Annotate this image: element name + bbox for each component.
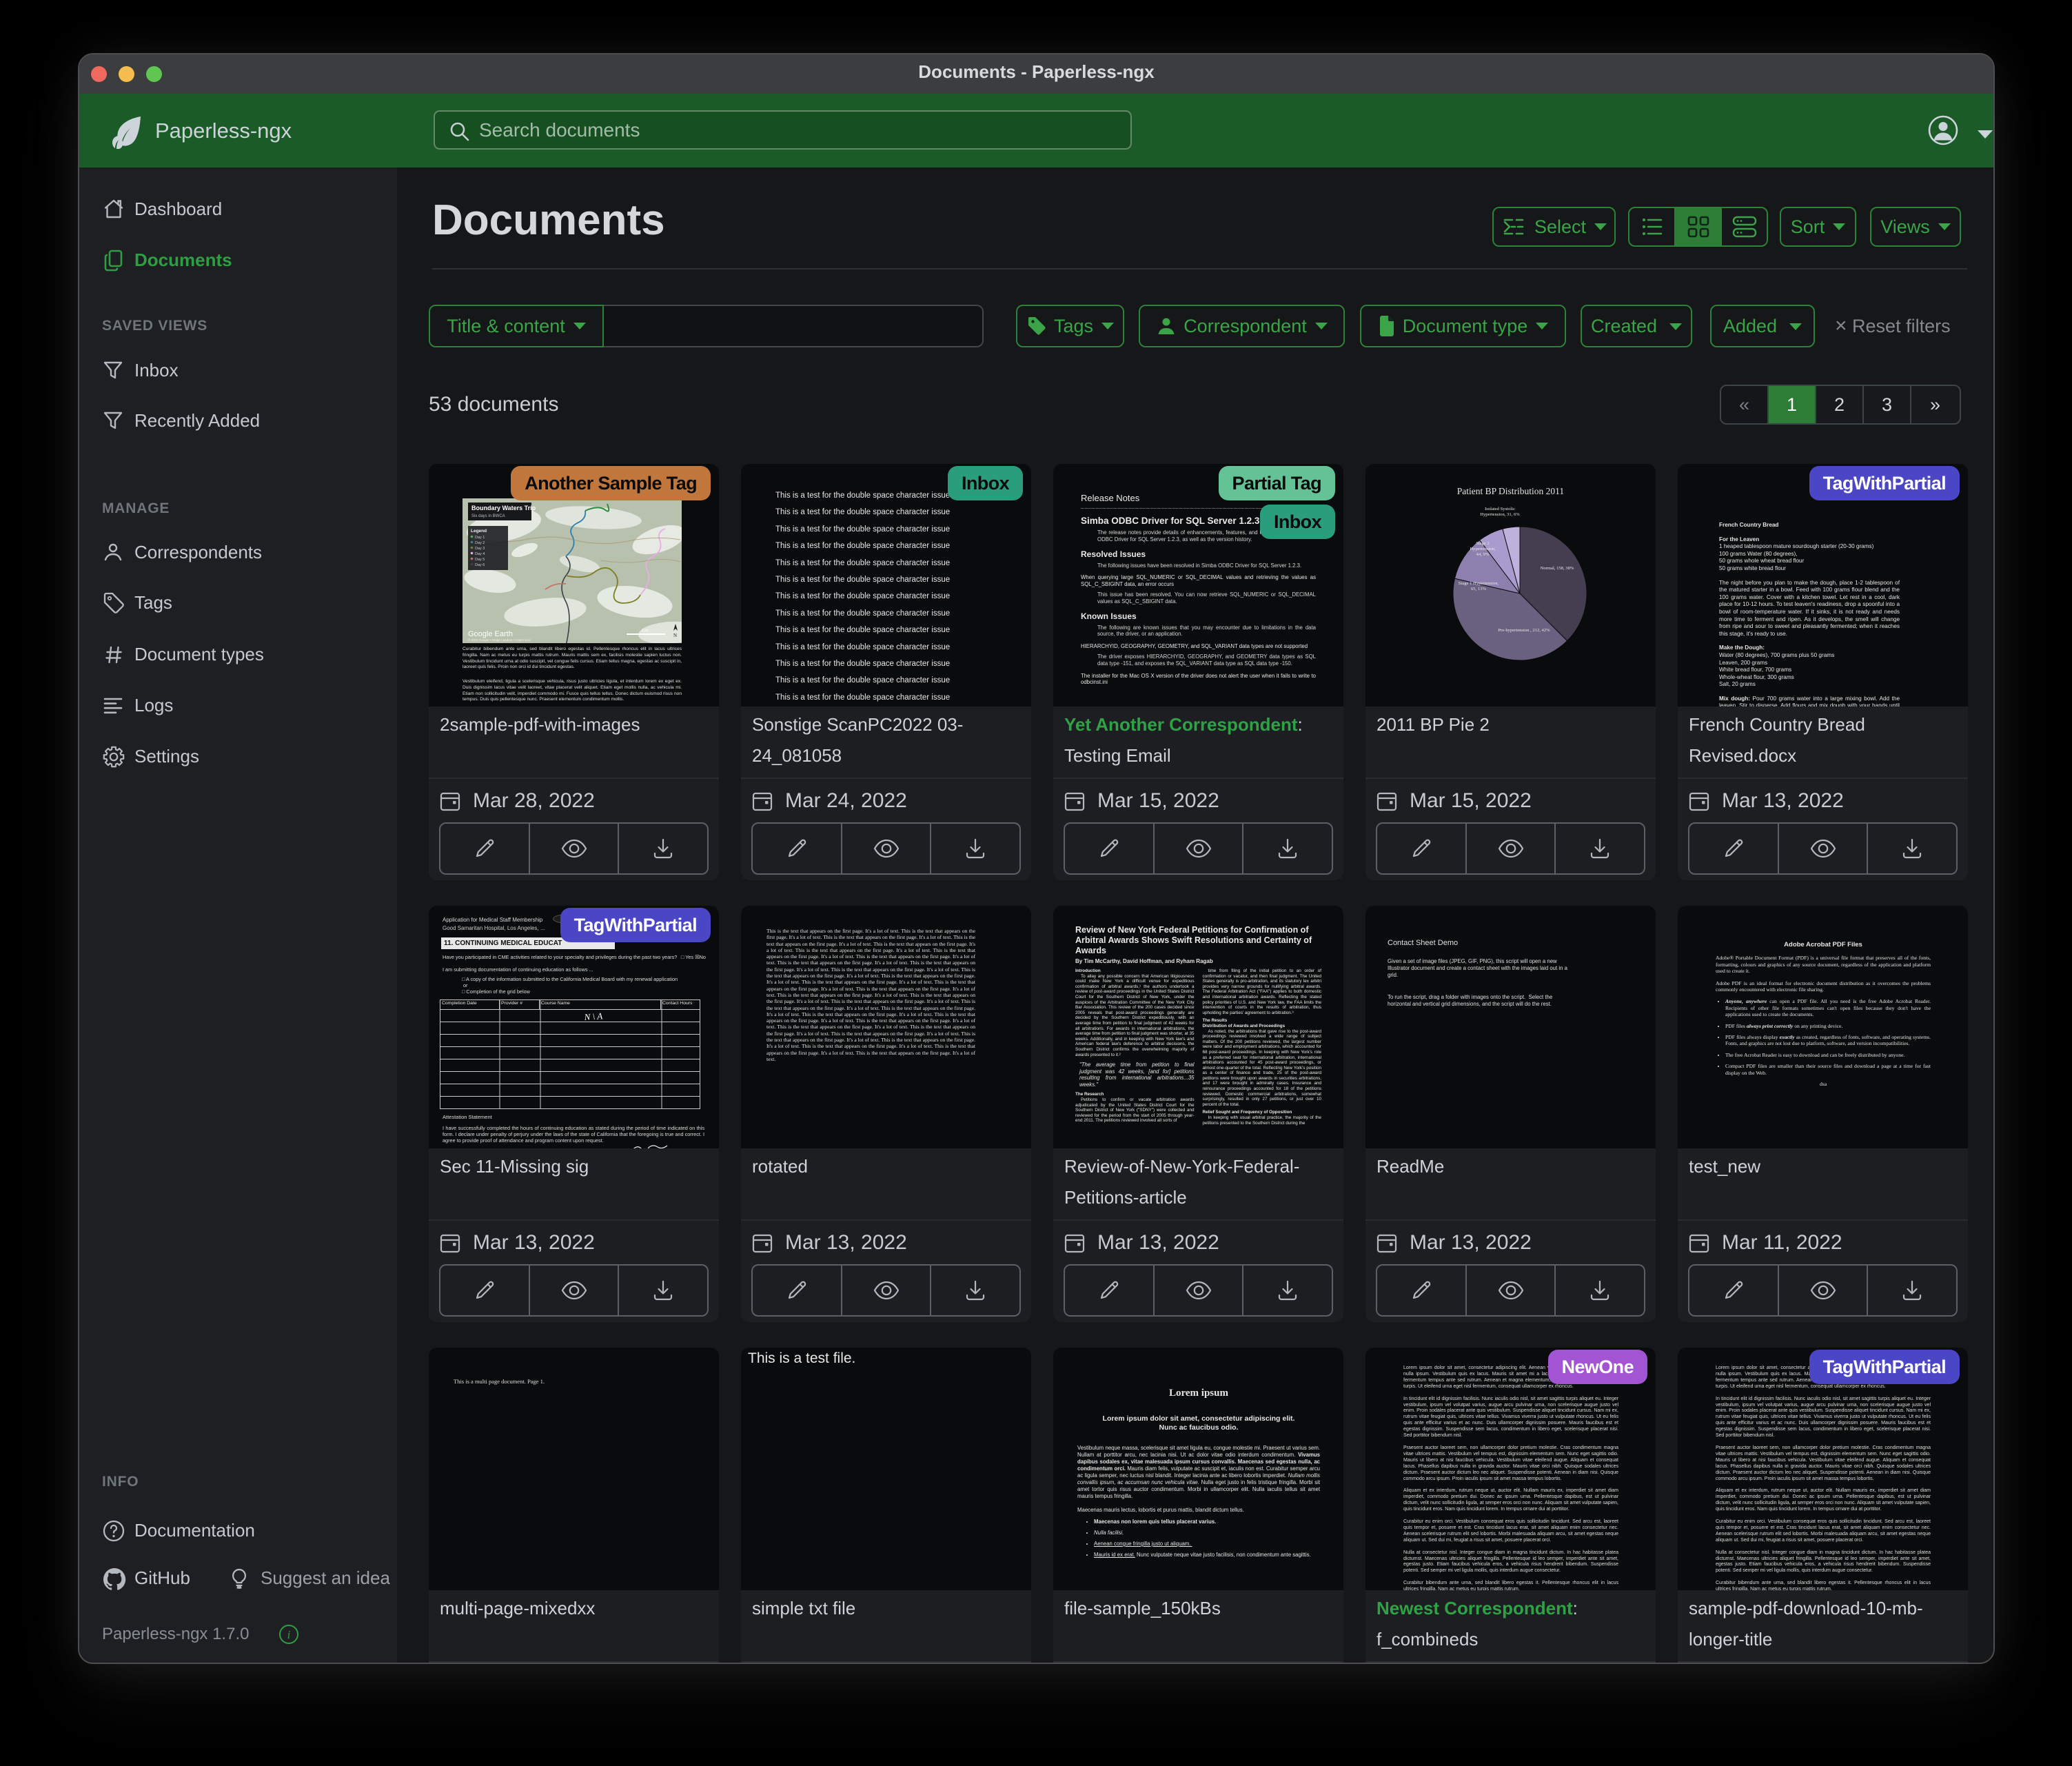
svg-text:i: i bbox=[287, 1628, 291, 1641]
svg-text:Google Earth: Google Earth bbox=[468, 630, 513, 638]
svg-text:Day 4: Day 4 bbox=[475, 552, 485, 556]
svg-text:Legend: Legend bbox=[471, 529, 487, 534]
svg-text:Day 6: Day 6 bbox=[475, 563, 485, 567]
svg-text:N: N bbox=[673, 633, 677, 638]
svg-text:N \ A: N \ A bbox=[583, 1011, 603, 1022]
svg-text:Six days in BWCA: Six days in BWCA bbox=[471, 514, 505, 518]
svg-text:Day 1: Day 1 bbox=[475, 536, 485, 540]
svg-text:2 mi: 2 mi bbox=[642, 629, 648, 633]
svg-text:Boundary Waters Trip: Boundary Waters Trip bbox=[471, 505, 536, 511]
svg-text:Day 5: Day 5 bbox=[475, 558, 485, 562]
svg-text:Day 2: Day 2 bbox=[475, 541, 485, 545]
svg-text:Day 3: Day 3 bbox=[475, 547, 485, 551]
svg-text:© 2022 Google • Image Landsat: © 2022 Google • Image Landsat / Copernic… bbox=[468, 638, 531, 642]
